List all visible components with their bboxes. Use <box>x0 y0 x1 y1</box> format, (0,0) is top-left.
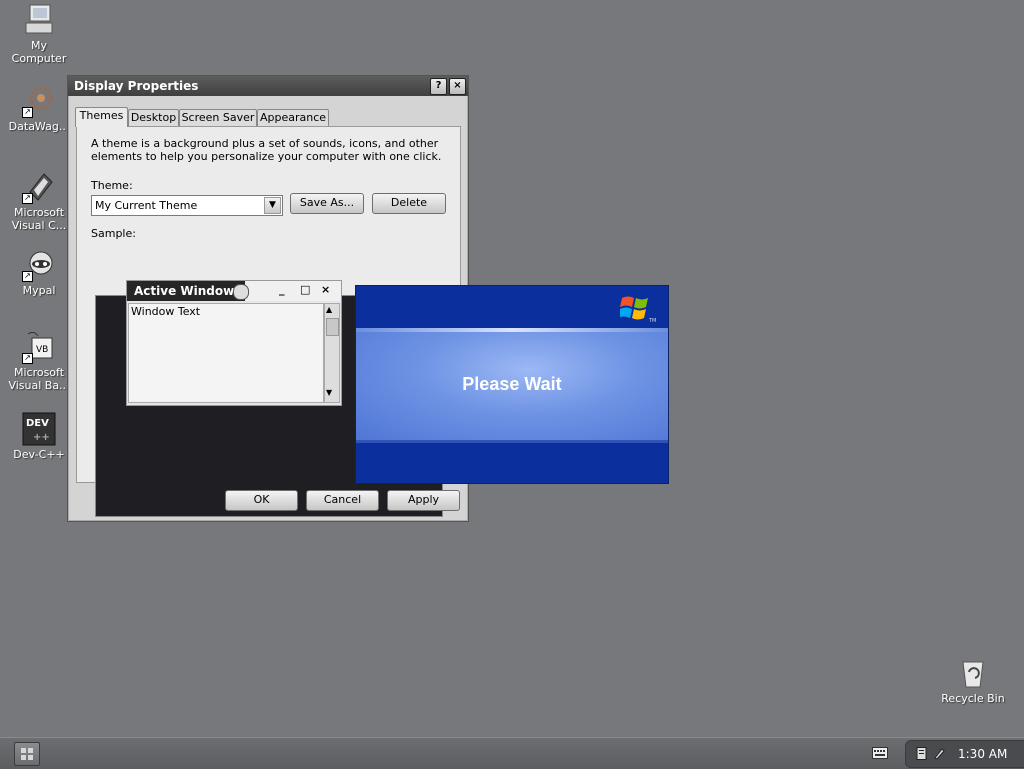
delete-button[interactable]: Delete <box>372 193 446 214</box>
desktop-icon-label: Recycle Bin <box>941 692 1005 705</box>
apply-button[interactable]: Apply <box>387 490 460 511</box>
theme-select[interactable]: My Current Theme ▼ <box>91 195 283 216</box>
desktop-icon-label: Microsoft Visual Ba... <box>8 366 70 392</box>
start-button[interactable] <box>14 742 40 766</box>
tray-device-icon[interactable] <box>916 747 928 760</box>
sample-window-titlebar: Active Window _ □ × <box>127 281 341 301</box>
windows-logo-icon: TM <box>618 292 656 324</box>
computer-icon <box>22 3 56 37</box>
taskbar-clock[interactable]: 1:30 AM <box>958 747 1007 761</box>
minimize-icon: _ <box>279 283 285 296</box>
desktop-icon-visual-c[interactable]: ↗ Microsoft Visual C... <box>4 170 74 232</box>
visual-basic-icon: VB ↗ <box>22 330 56 364</box>
save-as-button[interactable]: Save As... <box>290 193 364 214</box>
tab-screen-saver[interactable]: Screen Saver <box>179 109 257 126</box>
theme-label: Theme: <box>91 179 133 192</box>
desktop-icon-datawag[interactable]: ↗ DataWag... <box>4 84 74 133</box>
maximize-icon: □ <box>300 283 311 296</box>
svg-text:++: ++ <box>33 432 50 443</box>
close-button[interactable]: × <box>449 78 466 95</box>
window-titlebar[interactable]: Display Properties ? × <box>68 76 468 96</box>
desktop-icon-recycle-bin[interactable]: Recycle Bin <box>938 656 1008 705</box>
desktop-icon-label: My Computer <box>11 39 67 65</box>
visual-c-icon: ↗ <box>22 170 56 204</box>
keyboard-icon[interactable] <box>872 747 888 759</box>
theme-select-value: My Current Theme <box>95 199 198 212</box>
desktop-icon-my-computer[interactable]: My Computer <box>4 3 74 65</box>
sample-scrollbar: ▲ ▼ <box>324 303 340 403</box>
help-button[interactable]: ? <box>430 78 447 95</box>
scroll-thumb <box>326 318 339 336</box>
sample-window-text: Window Text <box>131 305 201 318</box>
datawag-icon: ↗ <box>22 84 56 118</box>
dev-cpp-icon: DEV ++ <box>22 412 56 446</box>
scroll-down-icon: ▼ <box>326 388 333 397</box>
close-icon: × <box>321 283 331 296</box>
desktop-icon-visual-basic[interactable]: VB ↗ Microsoft Visual Ba... <box>4 330 74 392</box>
splash-tm: TM <box>649 318 657 324</box>
ok-button[interactable]: OK <box>225 490 298 511</box>
window-title: Display Properties <box>74 79 199 93</box>
shortcut-arrow-icon: ↗ <box>22 271 33 282</box>
sample-logo-icon <box>233 284 249 300</box>
shortcut-arrow-icon: ↗ <box>22 353 33 364</box>
sample-active-window: Active Window _ □ × Window Text ▲ ▼ <box>126 280 342 406</box>
splash-bottom-band <box>356 443 668 483</box>
sample-label: Sample: <box>91 227 136 240</box>
system-tray: 1:30 AM <box>905 740 1024 768</box>
recycle-bin-icon <box>956 656 990 690</box>
chevron-down-icon[interactable]: ▼ <box>264 197 281 214</box>
desktop-icon-mypal[interactable]: ↗ Mypal <box>4 248 74 297</box>
themes-description: A theme is a background plus a set of so… <box>91 137 442 163</box>
desktop-icon-label: DataWag... <box>8 120 70 133</box>
please-wait-splash: TM Please Wait <box>355 285 669 484</box>
tray-pen-icon[interactable] <box>933 747 945 760</box>
tab-appearance[interactable]: Appearance <box>257 109 329 126</box>
svg-text:VB: VB <box>36 345 48 355</box>
shortcut-arrow-icon: ↗ <box>22 193 33 204</box>
scroll-up-icon: ▲ <box>326 305 333 314</box>
mypal-icon: ↗ <box>22 248 56 282</box>
sample-window-title: Active Window <box>127 281 245 301</box>
svg-text:DEV: DEV <box>26 418 49 429</box>
start-icon <box>21 748 33 760</box>
shortcut-arrow-icon: ↗ <box>22 107 33 118</box>
desktop-icon-label: Microsoft Visual C... <box>11 206 67 232</box>
taskbar: 1:30 AM <box>0 737 1024 769</box>
please-wait-text: Please Wait <box>462 374 562 394</box>
tab-themes[interactable]: Themes <box>75 107 128 127</box>
desktop-icon-label: Mypal <box>22 284 56 297</box>
desktop-icon-label: Dev-C++ <box>13 448 65 461</box>
desktop-icon-dev-cpp[interactable]: DEV ++ Dev-C++ <box>4 412 74 461</box>
sample-window-body: Window Text <box>128 303 324 403</box>
tab-desktop[interactable]: Desktop <box>128 109 179 126</box>
cancel-button[interactable]: Cancel <box>306 490 379 511</box>
